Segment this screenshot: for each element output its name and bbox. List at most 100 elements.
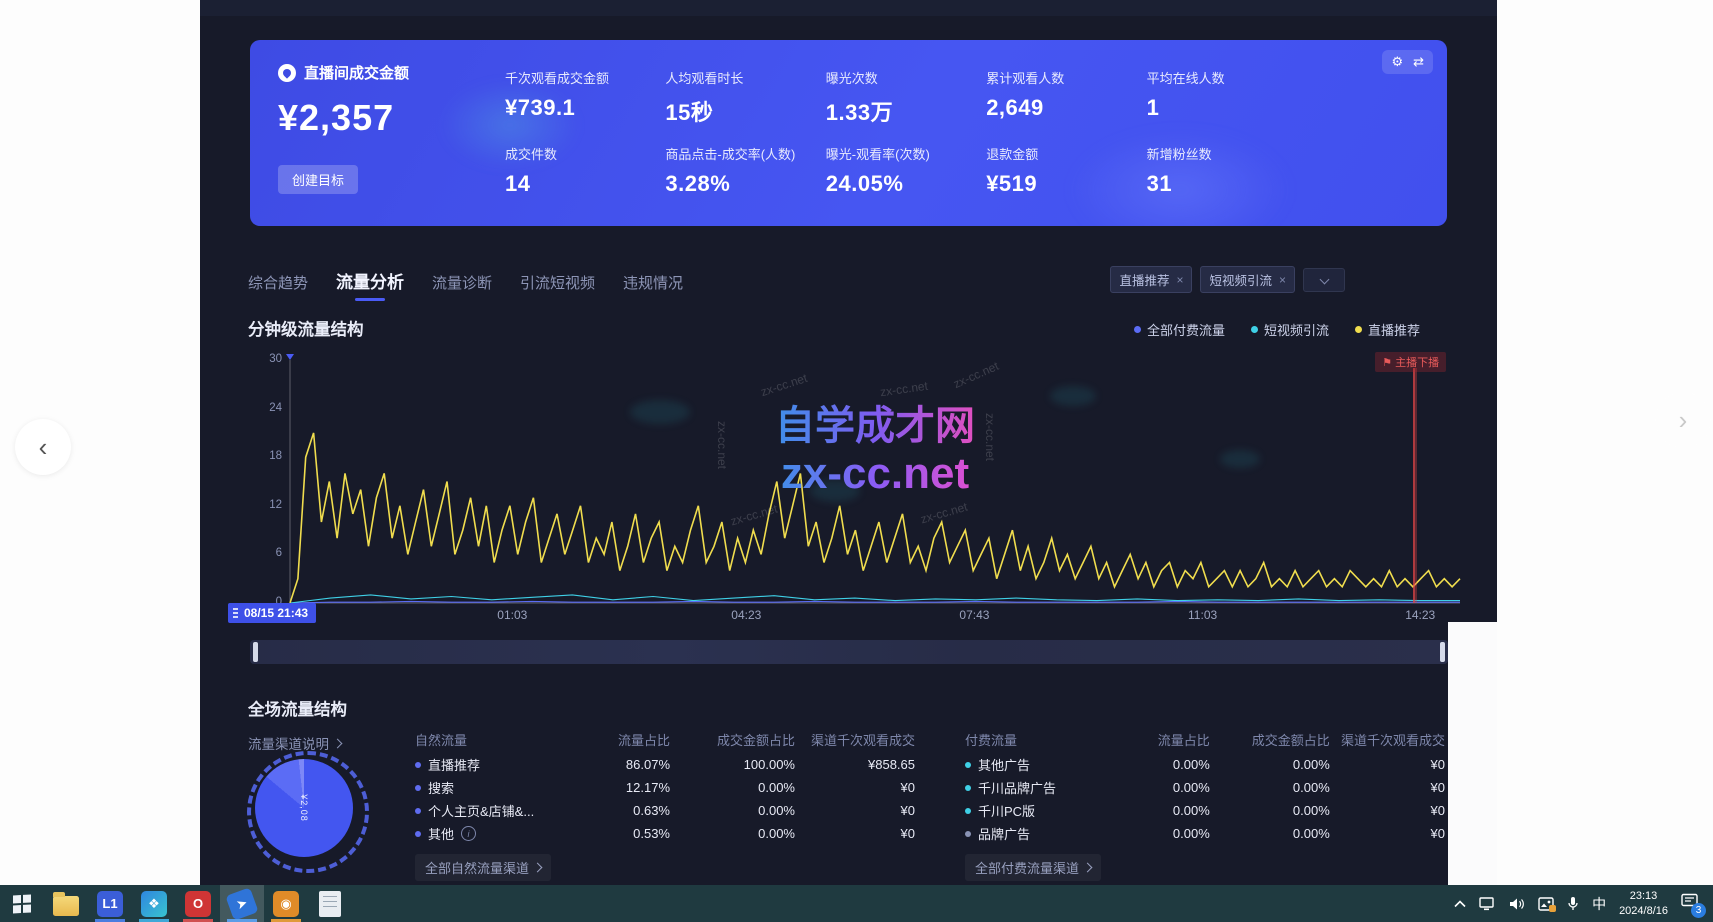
table-row: 品牌广告0.00%0.00%¥0 [965,822,1445,845]
live-dashboard-window: 直播间成交金额 ¥2,357 创建目标 千次观看成交金额¥739.1人均观看时长… [200,0,1497,885]
remove-tag-icon[interactable]: × [1279,273,1286,287]
metric-value: ¥519 [986,171,1136,197]
legend-item[interactable]: 短视频引流 [1251,320,1329,339]
table-header-row: 自然流量流量占比成交金额占比渠道千次观看成交 [415,726,920,753]
metric-label: 千次观看成交金额 [505,68,655,87]
network-icon[interactable] [1479,897,1496,911]
y-axis-tick: 12 [248,499,282,511]
channel-name: 其他广告 [978,755,1030,774]
app-red-ring-icon-glyph: O [185,891,211,917]
notepad-glyph [319,891,341,917]
microphone-icon[interactable] [1567,896,1579,911]
metric-value: 3.28% [665,171,815,197]
metric-label: 累计观看人数 [986,68,1136,87]
file-explorer-icon[interactable] [44,885,88,922]
paid-traffic-table: 付费流量流量占比成交金额占比渠道千次观看成交其他广告0.00%0.00%¥0千川… [965,726,1445,881]
app-cursor-icon[interactable]: ➤ [220,885,264,922]
app-red-ring-icon[interactable]: O [176,885,220,922]
channel-dot [415,808,421,814]
channel-name: 搜索 [428,778,454,797]
legend-dot [1134,326,1141,333]
analysis-tabs: 综合趋势流量分析流量诊断引流短视频违规情况 [248,268,683,301]
banner-metric: 退款金额 ¥519 [986,136,1136,212]
y-axis-tick: 6 [248,547,282,559]
table-footer-link[interactable]: 全部付费流量渠道 [965,854,1101,881]
x-axis-start-badge[interactable]: 08/15 21:43 [228,603,316,623]
app-pinwheel-icon[interactable]: ❖ [132,885,176,922]
cell-value: 86.07% [565,757,670,772]
tab-流量诊断[interactable]: 流量诊断 [432,272,492,301]
info-icon[interactable]: i [461,826,476,841]
channel-name: 千川品牌广告 [978,778,1056,797]
notification-center-icon[interactable]: 3 [1681,893,1699,914]
cell-value: ¥0 [1330,780,1445,795]
x-axis-tick: 01:03 [497,608,527,622]
slider-handle-right[interactable] [1440,642,1445,662]
create-goal-button[interactable]: 创建目标 [278,165,358,194]
legend-dot [1251,326,1258,333]
legend-item[interactable]: 全部付费流量 [1134,320,1225,339]
legend-item[interactable]: 直播推荐 [1355,320,1420,339]
page-background-cut [1448,622,1497,885]
series-直播推荐 [290,433,1460,603]
filter-tag[interactable]: 直播推荐× [1110,266,1192,293]
channel-name: 千川PC版 [978,801,1035,820]
cell-value: 0.63% [565,803,670,818]
legend-label: 短视频引流 [1264,320,1329,339]
channel-dot [965,808,971,814]
channel-explain-link[interactable]: 流量渠道说明 [248,733,341,753]
channel-name: 个人主页&店铺&... [428,801,534,820]
cell-value: ¥858.65 [795,757,915,772]
cell-value: 0.00% [1210,780,1330,795]
x-axis-tick: 14:23 [1405,608,1435,622]
start-button[interactable] [0,885,44,922]
ime-indicator[interactable]: 中 [1592,894,1606,914]
metric-label: 曝光-观看率(次数) [826,144,976,163]
tab-违规情况[interactable]: 违规情况 [623,272,683,301]
chart-plot-area[interactable]: zx-cc.netzx-cc.netzx-cc.netzx-cc.netzx-c… [290,360,1460,603]
table-row: 直播推荐 86.07%100.00%¥858.65 [415,753,920,776]
tab-综合趋势[interactable]: 综合趋势 [248,272,308,301]
metric-label: 退款金额 [986,144,1136,163]
chevron-right-icon [533,863,543,873]
folder-icon [53,896,79,916]
tray-clock[interactable]: 23:132024/8/16 [1619,889,1668,919]
table-footer-link[interactable]: 全部自然流量渠道 [415,854,551,881]
tab-引流短视频[interactable]: 引流短视频 [520,272,595,301]
cell-value: 100.00% [670,757,795,772]
chart-range-slider[interactable] [250,640,1448,664]
swap-icon[interactable]: ⇄ [1413,55,1424,69]
tray-expand-icon[interactable] [1454,900,1466,908]
metric-label: 新增粉丝数 [1147,144,1297,163]
remove-tag-icon[interactable]: × [1176,273,1183,287]
carousel-next-button[interactable]: › [1655,392,1711,448]
filter-tag[interactable]: 短视频引流× [1200,266,1295,293]
legend-dot [1355,326,1362,333]
filter-tags: 直播推荐× 短视频引流× [1110,266,1345,293]
tab-流量分析[interactable]: 流量分析 [336,268,404,301]
chevron-down-icon [1319,275,1329,285]
gmv-title-row: 直播间成交金额 [278,62,508,83]
metric-value: 24.05% [826,171,976,197]
chart-legend: 全部付费流量 短视频引流 直播推荐 [1134,320,1420,339]
slider-handle-left[interactable] [253,642,258,662]
gear-icon[interactable]: ⚙ [1391,55,1403,69]
metric-value: ¥739.1 [505,95,655,121]
cell-value: 0.00% [1109,780,1210,795]
table-row: 千川品牌广告0.00%0.00%¥0 [965,776,1445,799]
notepad-icon[interactable] [308,885,352,922]
channel-dot [415,762,421,768]
table-row: 其他广告0.00%0.00%¥0 [965,753,1445,776]
tag-dropdown-button[interactable] [1303,268,1345,292]
metric-label: 曝光次数 [826,68,976,87]
app-l1-icon[interactable]: L1 [88,885,132,922]
metric-label: 人均观看时长 [665,68,815,87]
volume-icon[interactable] [1509,897,1525,911]
channel-name: 直播推荐 [428,755,480,774]
donut-center-label: ¥2,08 [299,794,309,822]
app-orange-icon-glyph: ◉ [273,891,299,917]
carousel-prev-button[interactable]: ‹ [15,419,71,475]
app-orange-icon[interactable]: ◉ [264,885,308,922]
screenshot-tool-icon[interactable] [1538,897,1554,911]
column-header: 流量占比 [1109,730,1210,749]
